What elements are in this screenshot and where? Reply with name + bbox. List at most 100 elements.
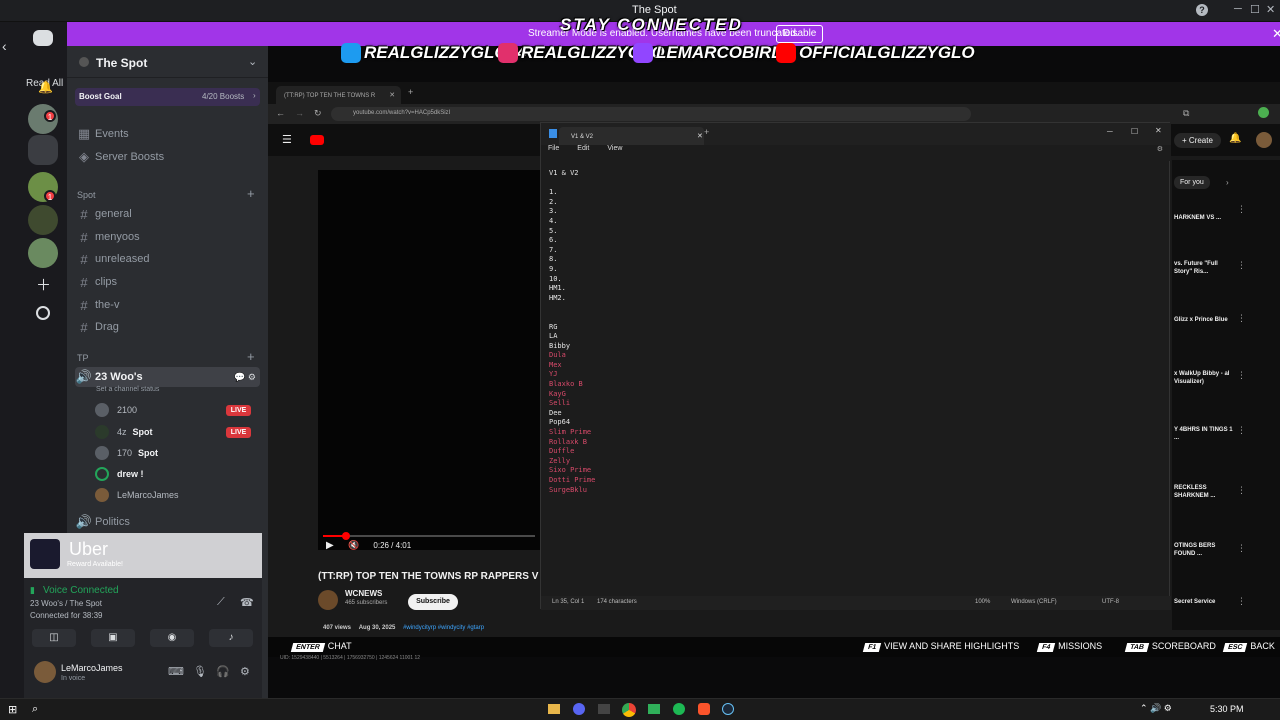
system-tray-icons[interactable]: ⌃ 🔊 ⚙ xyxy=(1140,703,1172,714)
suggestion-title[interactable]: RECKLESS SHARKNEM ... xyxy=(1174,484,1234,500)
profile-avatar[interactable] xyxy=(1258,107,1269,118)
game-icon[interactable]: ⌨ xyxy=(168,665,184,678)
suggestion-title[interactable]: Glizz x Prince Blue xyxy=(1174,316,1234,324)
server-icon[interactable] xyxy=(28,205,58,235)
voice-channel-23-woos[interactable]: 🔊 23 Woo's 💬 ⚙ xyxy=(75,367,260,387)
mic-icon[interactable]: 🎙 xyxy=(193,665,207,678)
discord-home-icon[interactable] xyxy=(33,30,53,46)
browser-tab[interactable]: (TT:RP) TOP TEN THE TOWNS R ✕ xyxy=(276,86,401,104)
more-icon[interactable]: ⋮ xyxy=(1237,485,1246,496)
zoom-level[interactable]: 100% xyxy=(975,599,990,605)
events-item[interactable]: ▦ Events xyxy=(75,124,260,144)
forward-icon[interactable]: → xyxy=(295,108,304,118)
play-icon[interactable]: ▶ xyxy=(326,540,334,551)
server-header[interactable]: The Spot ⌄ xyxy=(67,46,268,78)
voice-user[interactable]: 2100 xyxy=(95,400,137,420)
minimize-icon[interactable]: ─ xyxy=(1107,127,1113,136)
chevron-right-icon[interactable]: › xyxy=(1226,178,1229,187)
brave-icon[interactable] xyxy=(698,703,710,715)
new-tab-icon[interactable]: + xyxy=(704,127,709,137)
discord-taskbar-icon[interactable] xyxy=(573,703,585,715)
video-player[interactable] xyxy=(318,170,540,550)
channel-drag[interactable]: # Drag xyxy=(75,317,260,337)
category-tp[interactable]: TP xyxy=(77,353,89,363)
more-icon[interactable]: ⋮ xyxy=(1237,596,1246,607)
voice-user[interactable]: 170 Spot xyxy=(95,443,158,463)
voice-user[interactable]: 4z Spot xyxy=(95,422,153,442)
noise-suppression-icon[interactable]: ⟋ xyxy=(217,596,225,609)
suggestion-title[interactable]: OTINGS BERS FOUND ... xyxy=(1174,542,1234,558)
channel-name[interactable]: WCNEWS xyxy=(345,589,382,598)
chrome-icon[interactable] xyxy=(622,703,636,717)
back-icon[interactable]: ← xyxy=(276,108,285,118)
notepad-text-area[interactable]: V1 & V2 1. 2. 3. 4. 5. 6. 7. 8. 9. 10. HM1. HM2. RG… xyxy=(549,169,1149,589)
disconnect-icon[interactable]: ☎ xyxy=(240,596,254,609)
tab-close-icon[interactable]: ✕ xyxy=(697,133,703,140)
voice-channel-path[interactable]: 23 Woo's / The Spot xyxy=(30,599,102,608)
voice-user[interactable]: LeMarcoJames xyxy=(95,485,179,505)
spotify-icon[interactable] xyxy=(673,703,685,715)
channel-clips[interactable]: # clips xyxy=(75,272,260,292)
chevron-down-icon[interactable]: ⌄ xyxy=(248,55,257,68)
uber-reward-card[interactable]: Uber Reward Available! xyxy=(24,533,262,578)
scrubber-handle[interactable] xyxy=(341,532,350,540)
more-icon[interactable]: ⋮ xyxy=(1237,425,1246,436)
back-arrow-icon[interactable]: ‹ xyxy=(2,38,7,54)
suggestion-title[interactable]: vs. Future "Full Story" Ris... xyxy=(1174,260,1234,276)
server-icon[interactable] xyxy=(28,135,58,165)
chip-for-you[interactable]: For you xyxy=(1174,176,1210,189)
activity-button[interactable]: ◉ xyxy=(150,629,194,647)
settings-gear-icon[interactable]: ⚙ xyxy=(1157,145,1163,161)
app-icon[interactable] xyxy=(598,704,610,714)
channel-status[interactable]: Set a channel status xyxy=(96,386,159,393)
close-icon[interactable]: ✕ xyxy=(1155,126,1162,135)
menu-file[interactable]: File xyxy=(548,145,559,161)
app-icon[interactable] xyxy=(648,704,660,714)
server-boosts-item[interactable]: ◈ Server Boosts xyxy=(75,147,260,167)
file-explorer-icon[interactable] xyxy=(548,704,560,714)
suggestion-title[interactable]: HARKNEM VS ... xyxy=(1174,214,1234,222)
reload-icon[interactable]: ↻ xyxy=(314,108,322,119)
subscribe-button[interactable]: Subscribe xyxy=(408,594,458,610)
account-avatar[interactable] xyxy=(1256,132,1272,148)
channel-avatar[interactable] xyxy=(318,590,338,610)
headphones-icon[interactable]: 🎧 xyxy=(216,665,230,678)
more-icon[interactable]: ⋮ xyxy=(1237,313,1246,324)
steam-icon[interactable] xyxy=(722,703,734,715)
windows-start-icon[interactable]: ⊞ xyxy=(8,703,17,716)
video-scrubber[interactable] xyxy=(323,535,535,537)
channel-menyoos[interactable]: # menyoos xyxy=(75,227,260,247)
hashtags[interactable]: #windycityrp #windycity #gtarp xyxy=(403,625,484,631)
menu-view[interactable]: View xyxy=(607,145,622,161)
server-icon[interactable] xyxy=(28,238,58,268)
suggestion-title[interactable]: Secret Service xyxy=(1174,598,1234,606)
signal-icon[interactable]: ▮ xyxy=(30,585,35,596)
add-server-icon[interactable]: ＋ xyxy=(36,274,51,295)
channel-the-v[interactable]: # the-v xyxy=(75,295,260,315)
banner-close-icon[interactable]: ✕ xyxy=(1272,26,1280,42)
add-channel-icon[interactable]: + xyxy=(247,349,255,364)
bell-icon[interactable]: 🔔 xyxy=(38,80,53,94)
suggestion-title[interactable]: Y 4BHRS IN TINGS 1 ... xyxy=(1174,426,1234,442)
voice-channel-actions[interactable]: 💬 ⚙ xyxy=(234,372,260,383)
camera-off-button[interactable]: ◫ xyxy=(32,629,76,647)
menu-edit[interactable]: Edit xyxy=(577,145,589,161)
avatar[interactable] xyxy=(34,661,56,683)
extensions-icon[interactable]: ⧉ xyxy=(1183,108,1189,119)
menu-icon[interactable]: ☰ xyxy=(282,133,292,146)
screen-share-button[interactable]: ▣ xyxy=(91,629,135,647)
settings-gear-icon[interactable]: ⚙ xyxy=(240,665,250,678)
add-channel-icon[interactable]: + xyxy=(247,186,255,201)
maximize-icon[interactable]: ☐ xyxy=(1250,3,1260,16)
tab-close-icon[interactable]: ✕ xyxy=(389,92,395,99)
suggestion-title[interactable]: x WalkUp Bibby - al Visualizer) xyxy=(1174,370,1234,386)
youtube-logo-icon[interactable] xyxy=(310,135,324,145)
more-icon[interactable]: ⋮ xyxy=(1237,260,1246,271)
search-icon[interactable]: ⌕ xyxy=(32,703,38,716)
create-button[interactable]: + Create xyxy=(1174,133,1221,148)
more-icon[interactable]: ⋮ xyxy=(1237,370,1246,381)
mute-icon[interactable]: 🔇 xyxy=(348,540,359,550)
line-ending[interactable]: Windows (CRLF) xyxy=(1011,599,1057,605)
voice-channel-politics[interactable]: 🔊 Politics xyxy=(75,512,260,532)
more-icon[interactable]: ⋮ xyxy=(1237,543,1246,554)
